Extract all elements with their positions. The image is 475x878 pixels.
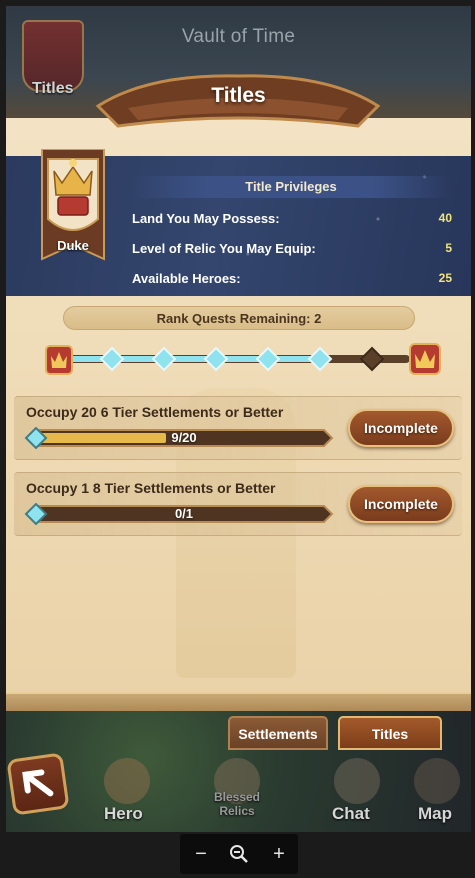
- tab-titles[interactable]: Titles: [338, 716, 442, 750]
- zoom-toolbar: − +: [180, 834, 298, 874]
- nav-map[interactable]: Map: [418, 804, 452, 824]
- rank-quests-remaining-pill: Rank Quests Remaining: 2: [63, 306, 415, 330]
- rank-progress-track: [45, 343, 441, 375]
- quest-row: Occupy 1 8 Tier Settlements or Better 0/…: [14, 472, 462, 536]
- privilege-row-relic-level: Level of Relic You May Equip: 5: [132, 241, 452, 261]
- privilege-row-land: Land You May Possess: 40: [132, 211, 452, 231]
- zoom-in-button[interactable]: +: [268, 843, 290, 865]
- quest-title: Occupy 20 6 Tier Settlements or Better: [26, 404, 284, 420]
- privileges-heading: Title Privileges: [245, 179, 337, 194]
- page-title: Titles: [211, 84, 266, 107]
- rank-quests-remaining-text: Rank Quests Remaining: 2: [156, 311, 322, 326]
- track-node-complete-icon: [203, 346, 229, 372]
- rank-name-label: Duke: [57, 238, 89, 253]
- privilege-label: Land You May Possess:: [132, 211, 280, 226]
- track-node-complete-icon: [255, 346, 281, 372]
- back-button[interactable]: [6, 752, 70, 816]
- track-node-complete-icon: [307, 346, 333, 372]
- privilege-label: Available Heroes:: [132, 271, 241, 286]
- quest-row: Occupy 20 6 Tier Settlements or Better 9…: [14, 396, 462, 460]
- quest-progress-text: 9/20: [171, 430, 197, 445]
- nav-blessed-relics[interactable]: Blessed Relics: [206, 790, 268, 818]
- quest-progress-text: 0/1: [174, 506, 194, 521]
- privileges-header: Title Privileges: [131, 176, 451, 198]
- privilege-value: 40: [438, 211, 452, 225]
- privilege-label: Level of Relic You May Equip:: [132, 241, 316, 256]
- map-globe-icon[interactable]: [414, 758, 460, 804]
- track-node-complete-icon: [99, 346, 125, 372]
- quest-status-button[interactable]: Incomplete: [348, 485, 454, 523]
- privilege-value: 5: [445, 241, 452, 255]
- zoom-reset-icon[interactable]: [228, 843, 250, 865]
- privilege-row-heroes: Available Heroes: 25: [132, 271, 452, 291]
- track-node-pending-icon: [359, 346, 385, 372]
- quest-title: Occupy 1 8 Tier Settlements or Better: [26, 480, 276, 496]
- back-arrow-icon: [22, 769, 54, 797]
- zoom-out-button[interactable]: −: [190, 843, 212, 865]
- start-crown-icon: [45, 345, 73, 375]
- chat-bubble-icon[interactable]: [334, 758, 380, 804]
- privilege-value: 25: [438, 271, 452, 285]
- nav-hero[interactable]: Hero: [104, 804, 143, 824]
- game-window: Vault of Time Titles Title Privileges La…: [6, 6, 471, 832]
- end-crown-icon: [409, 343, 441, 375]
- tab-settlements[interactable]: Settlements: [228, 716, 328, 750]
- nav-chat[interactable]: Chat: [332, 804, 370, 824]
- quest-status-button[interactable]: Incomplete: [348, 409, 454, 447]
- track-node-complete-icon: [151, 346, 177, 372]
- hero-nav-icon[interactable]: [104, 758, 150, 804]
